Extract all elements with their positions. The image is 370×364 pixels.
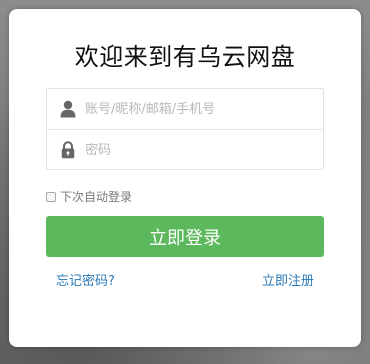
auto-login-option[interactable]: 下次自动登录 [46,188,132,205]
user-icon [57,98,79,120]
forgot-password-link[interactable]: 忘记密码? [56,270,115,289]
register-link[interactable]: 立即注册 [262,270,314,289]
lock-icon [57,139,79,161]
password-input[interactable] [85,142,305,158]
account-row [47,89,323,130]
page-title: 欢迎来到有乌云网盘 [74,43,296,71]
credentials-group [46,88,324,170]
account-input[interactable] [85,101,305,117]
auto-login-label: 下次自动登录 [60,190,133,204]
login-card: 欢迎来到有乌云网盘 下次自动登录 [9,9,361,347]
auto-login-checkbox[interactable] [46,191,56,202]
login-button[interactable]: 立即登录 [46,216,324,257]
password-row [47,130,323,170]
